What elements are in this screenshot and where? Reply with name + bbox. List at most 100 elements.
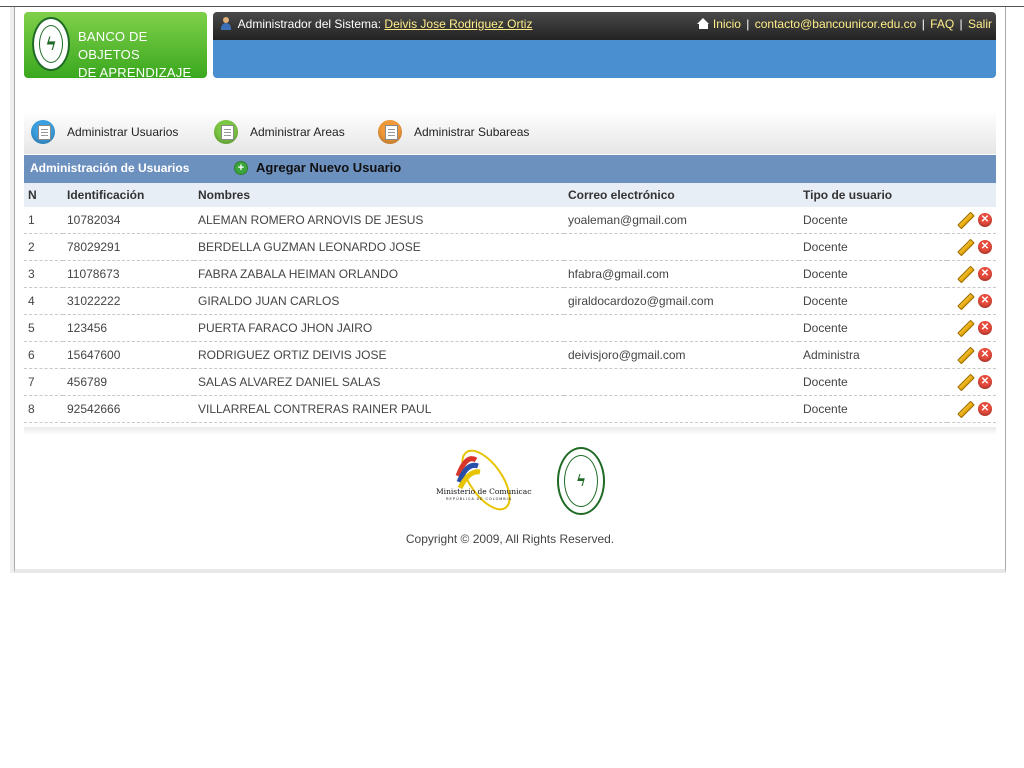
logo-text: BANCO DE OBJETOS DE APRENDIZAJE: [78, 28, 207, 82]
admin-menu: Administrar Usuarios Administrar Areas A…: [24, 110, 996, 154]
cell-email: deivisjoro@gmail.com: [564, 341, 799, 369]
cell-type: Docente: [799, 287, 947, 315]
cell-name: SALAS ALVAREZ DANIEL SALAS: [194, 368, 564, 396]
admin-prefix: Administrador del Sistema:: [237, 17, 382, 31]
col-header-name[interactable]: Nombres: [194, 183, 564, 207]
logo-line-2: DE APRENDIZAJE: [78, 65, 192, 80]
edit-pencil-icon[interactable]: [956, 374, 972, 390]
menu-item-users[interactable]: Administrar Usuarios: [31, 118, 178, 146]
cell-type: Docente: [799, 233, 947, 261]
cell-id: 31022222: [63, 287, 194, 315]
edit-pencil-icon[interactable]: [956, 293, 972, 309]
cell-n: 7: [24, 368, 63, 396]
cell-n: 1: [24, 207, 63, 234]
cell-id: 92542666: [63, 395, 194, 423]
cell-actions: ✕: [947, 368, 996, 396]
site-logo[interactable]: ϟ BANCO DE OBJETOS DE APRENDIZAJE: [24, 12, 207, 80]
cell-actions: ✕: [947, 341, 996, 369]
university-seal-icon: ϟ: [557, 447, 605, 515]
cell-type: Docente: [799, 207, 947, 234]
cell-actions: ✕: [947, 395, 996, 423]
col-header-email[interactable]: Correo electrónico: [564, 183, 799, 207]
cell-n: 8: [24, 395, 63, 423]
cell-actions: ✕: [947, 314, 996, 342]
ministry-logo: Ministerio de Comunicaciones REPÚBLICA D…: [436, 449, 532, 511]
subareas-icon: [378, 120, 402, 144]
contact-link[interactable]: contacto@bancounicor.edu.co: [755, 17, 917, 31]
add-user-button[interactable]: + Agregar Nuevo Usuario: [234, 160, 401, 175]
cell-name: GIRALDO JUAN CARLOS: [194, 287, 564, 315]
menu-item-areas[interactable]: Administrar Areas: [214, 118, 345, 146]
cell-id: 456789: [63, 368, 194, 396]
delete-icon[interactable]: ✕: [978, 402, 992, 416]
cell-name: RODRIGUEZ ORTIZ DEIVIS JOSE: [194, 341, 564, 369]
menu-label-subareas: Administrar Subareas: [414, 125, 530, 139]
cell-actions: ✕: [947, 233, 996, 261]
delete-icon[interactable]: ✕: [978, 267, 992, 281]
edit-pencil-icon[interactable]: [956, 320, 972, 336]
table-row: 3 11078673 FABRA ZABALA HEIMAN ORLANDO h…: [24, 260, 996, 288]
cell-type: Administra: [799, 341, 947, 369]
cell-name: VILLARREAL CONTRERAS RAINER PAUL: [194, 395, 564, 423]
col-header-type[interactable]: Tipo de usuario: [799, 183, 947, 207]
table-row: 1 10782034 ALEMAN ROMERO ARNOVIS DE JESU…: [24, 207, 996, 234]
delete-icon[interactable]: ✕: [978, 294, 992, 308]
home-link[interactable]: Inicio: [713, 17, 741, 31]
delete-icon[interactable]: ✕: [978, 348, 992, 362]
delete-icon[interactable]: ✕: [978, 321, 992, 335]
cell-email: yoaleman@gmail.com: [564, 207, 799, 234]
section-header: Administración de Usuarios + Agregar Nue…: [24, 155, 996, 183]
table-row: 8 92542666 VILLARREAL CONTRERAS RAINER P…: [24, 395, 996, 423]
delete-icon[interactable]: ✕: [978, 375, 992, 389]
ministry-name: Ministerio de Comunicaciones: [436, 487, 532, 496]
top-links: Inicio | contacto@bancounicor.edu.co | F…: [696, 17, 992, 31]
faq-link[interactable]: FAQ: [930, 17, 954, 31]
users-table: N Identificación Nombres Correo electrón…: [24, 183, 996, 423]
cell-n: 6: [24, 341, 63, 369]
edit-pencil-icon[interactable]: [956, 239, 972, 255]
cell-actions: ✕: [947, 287, 996, 315]
cell-id: 15647600: [63, 341, 194, 369]
separator: |: [921, 17, 925, 31]
edit-pencil-icon[interactable]: [956, 401, 972, 417]
admin-info: Administrador del Sistema: Deivis Jose R…: [220, 17, 532, 31]
cell-id: 11078673: [63, 260, 194, 288]
cell-type: Docente: [799, 368, 947, 396]
edit-pencil-icon[interactable]: [956, 212, 972, 228]
cell-email: giraldocardozo@gmail.com: [564, 287, 799, 315]
cell-name: BERDELLA GUZMAN LEONARDO JOSE: [194, 233, 564, 261]
users-icon: [31, 120, 55, 144]
cell-type: Docente: [799, 395, 947, 423]
admin-name-link[interactable]: Deivis Jose Rodriguez Ortiz: [384, 17, 532, 31]
cell-name: FABRA ZABALA HEIMAN ORLANDO: [194, 260, 564, 288]
logout-link[interactable]: Salir: [968, 17, 992, 31]
table-row: 5 123456 PUERTA FARACO JHON JAIRO Docent…: [24, 314, 996, 342]
edit-pencil-icon[interactable]: [956, 266, 972, 282]
col-header-n[interactable]: N: [24, 183, 63, 207]
add-icon: +: [234, 160, 248, 175]
table-row: 6 15647600 RODRIGUEZ ORTIZ DEIVIS JOSE d…: [24, 341, 996, 369]
university-seal-icon: ϟ: [32, 17, 70, 71]
table-row: 2 78029291 BERDELLA GUZMAN LEONARDO JOSE…: [24, 233, 996, 261]
user-icon: [220, 17, 232, 30]
table-row: 7 456789 SALAS ALVAREZ DANIEL SALAS Doce…: [24, 368, 996, 396]
menu-item-subareas[interactable]: Administrar Subareas: [378, 118, 529, 146]
menu-label-users: Administrar Usuarios: [67, 125, 179, 139]
delete-icon[interactable]: ✕: [978, 240, 992, 254]
cell-email: [564, 314, 799, 342]
edit-pencil-icon[interactable]: [956, 347, 972, 363]
cell-id: 78029291: [63, 233, 194, 261]
cell-type: Docente: [799, 314, 947, 342]
delete-icon[interactable]: ✕: [978, 213, 992, 227]
add-user-label: Agregar Nuevo Usuario: [256, 160, 402, 175]
cell-email: hfabra@gmail.com: [564, 260, 799, 288]
cell-email: [564, 395, 799, 423]
ministry-subtitle: REPÚBLICA DE COLOMBIA: [446, 497, 512, 501]
cell-email: [564, 368, 799, 396]
cell-id: 10782034: [63, 207, 194, 234]
cell-name: ALEMAN ROMERO ARNOVIS DE JESUS: [194, 207, 564, 234]
areas-icon: [214, 120, 238, 144]
col-header-id[interactable]: Identificación: [63, 183, 194, 207]
home-icon: [696, 18, 710, 29]
section-title: Administración de Usuarios: [30, 161, 190, 175]
